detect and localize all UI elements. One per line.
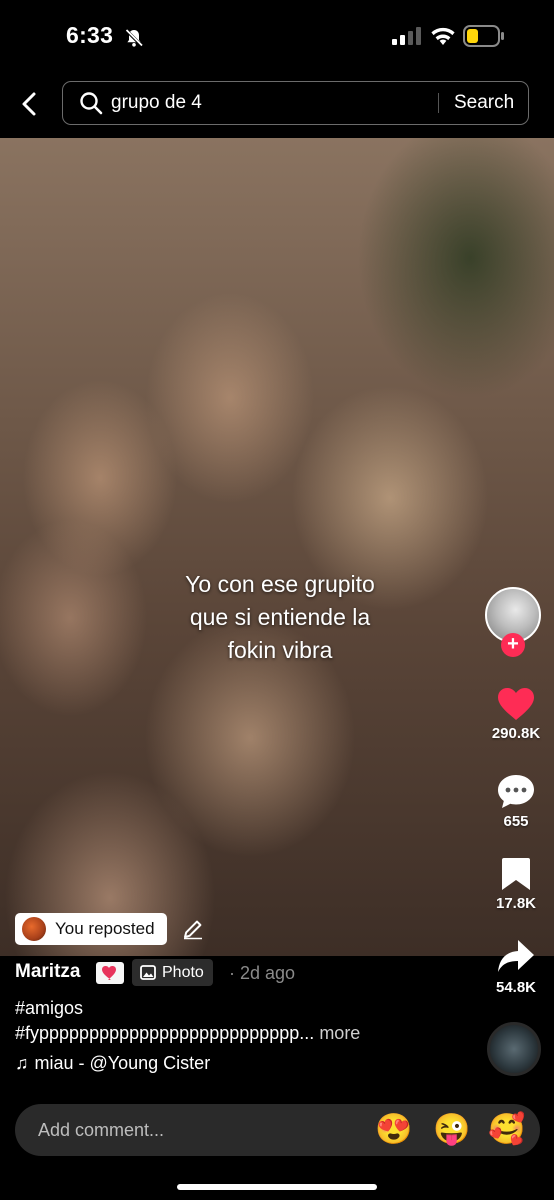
status-time: 6:33 (66, 22, 114, 48)
photo-caption: Yo con ese grupito que si entiende la fo… (130, 568, 430, 667)
share-button[interactable]: 54.8K (478, 939, 554, 996)
follow-plus-icon[interactable]: + (501, 633, 525, 657)
search-input[interactable]: grupo de 4 Search (62, 81, 529, 125)
post-time-ago: · 2d ago (229, 963, 296, 983)
post-description[interactable]: #amigos #fypppppppppppppppppppppppppp...… (15, 996, 475, 1046)
back-arrow-icon[interactable] (14, 88, 46, 120)
wifi-icon (431, 27, 455, 45)
search-header: grupo de 4 Search (0, 70, 554, 138)
music-title[interactable]: miau - @Young Cister (35, 1053, 211, 1073)
heart-icon[interactable] (497, 687, 535, 721)
save-count: 17.8K (495, 895, 537, 912)
hashtag[interactable]: #fypppppppppppppppppppppppppp... (15, 1023, 314, 1043)
music-note-icon: ♫ (15, 1053, 29, 1073)
post-photo[interactable]: Yo con ese grupito que si entiende la fo… (0, 138, 554, 956)
share-arrow-icon[interactable] (497, 939, 535, 975)
caption-line: que si entiende la (189, 604, 371, 630)
caption-line: fokin vibra (227, 637, 333, 663)
heart-badge-icon (96, 962, 124, 984)
share-count: 54.8K (495, 979, 537, 996)
comment-input[interactable]: Add comment... (38, 1120, 164, 1141)
bookmark-icon[interactable] (501, 857, 531, 891)
music-disc[interactable] (487, 1022, 541, 1076)
comment-bar[interactable]: Add comment... 😍 😜 🥰 (15, 1104, 540, 1156)
like-count: 290.8K (491, 725, 541, 742)
image-icon (140, 965, 156, 980)
reposted-label: You reposted (55, 919, 155, 938)
silent-bell-icon (124, 28, 144, 48)
cellular-signal-icon (392, 27, 421, 45)
search-icon (80, 92, 103, 115)
music-info[interactable]: ♫ miau - @Young Cister (15, 1053, 210, 1074)
search-query[interactable]: grupo de 4 (111, 92, 202, 114)
save-button[interactable]: 17.8K (478, 857, 554, 912)
comment-count: 655 (503, 813, 529, 830)
emoji-smiling-hearts[interactable]: 🥰 (488, 1112, 525, 1148)
more-link[interactable]: more (319, 1023, 360, 1043)
comment-button[interactable]: 655 (478, 773, 554, 830)
search-divider (438, 93, 439, 113)
search-button[interactable]: Search (454, 92, 514, 114)
battery-icon (463, 25, 504, 47)
emoji-heart-eyes[interactable]: 😍 (375, 1112, 412, 1148)
photo-type-tag[interactable]: Photo (132, 959, 213, 986)
reposter-avatar (22, 917, 46, 941)
status-bar: 6:33 (0, 0, 554, 70)
emoji-wink-tongue[interactable]: 😜 (433, 1112, 470, 1148)
photo-type-label: Photo (162, 964, 204, 981)
like-button[interactable]: 290.8K (478, 687, 554, 742)
edit-pencil-icon[interactable] (182, 918, 204, 940)
caption-line: Yo con ese grupito (185, 571, 375, 597)
hashtag[interactable]: #amigos (15, 996, 475, 1021)
creator-avatar-group[interactable]: + (483, 585, 545, 659)
reposted-badge[interactable]: You reposted (15, 913, 167, 945)
comment-bubble-icon[interactable] (497, 773, 535, 809)
home-indicator[interactable] (177, 1184, 377, 1190)
author-name[interactable]: Maritza (15, 961, 80, 983)
